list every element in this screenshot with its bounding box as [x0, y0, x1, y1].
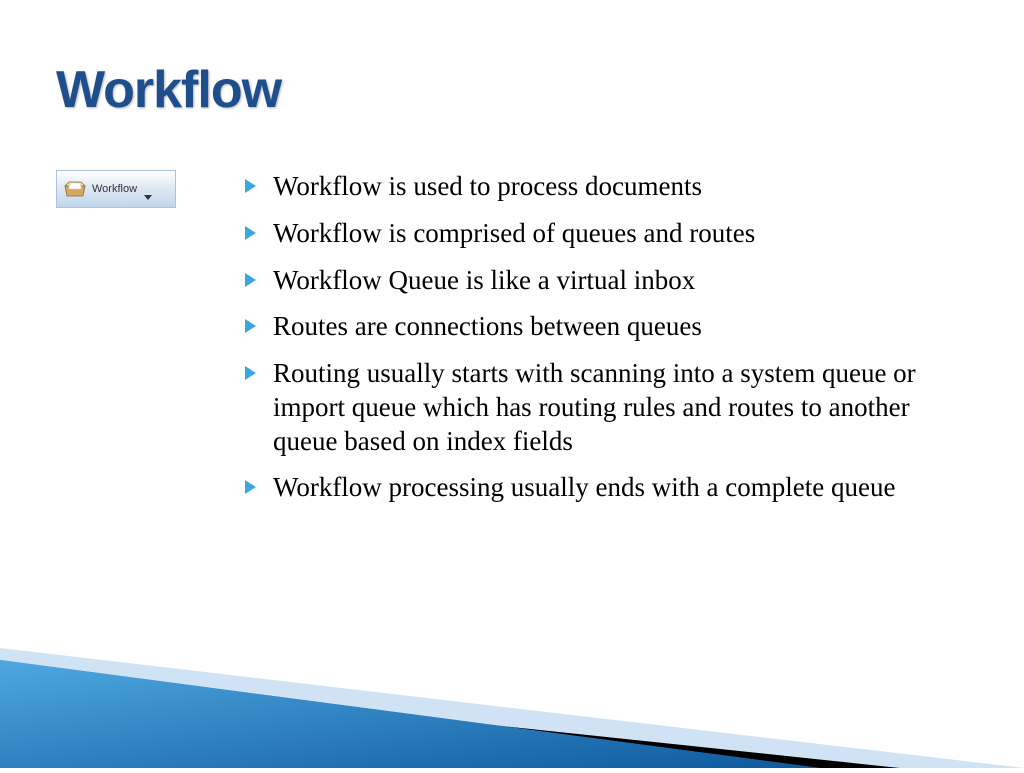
list-item-text: Workflow is used to process documents: [273, 171, 702, 201]
triangle-bullet-icon: [245, 179, 256, 193]
workflow-dropdown-button[interactable]: Workflow: [56, 170, 176, 208]
list-item-text: Routes are connections between queues: [273, 311, 702, 341]
list-item: Routing usually starts with scanning int…: [245, 357, 964, 458]
inbox-tray-icon: [63, 180, 87, 198]
chevron-down-icon: [144, 187, 152, 192]
triangle-bullet-icon: [245, 226, 256, 240]
list-item: Workflow processing usually ends with a …: [245, 471, 964, 505]
bullet-list: Workflow is used to process documents Wo…: [245, 170, 964, 505]
list-item: Workflow is comprised of queues and rout…: [245, 217, 964, 251]
triangle-bullet-icon: [245, 366, 256, 380]
list-item-text: Workflow processing usually ends with a …: [273, 472, 895, 502]
list-item-text: Routing usually starts with scanning int…: [273, 358, 916, 456]
bottom-accent-decoration: [0, 638, 1024, 768]
list-item-text: Workflow Queue is like a virtual inbox: [273, 265, 695, 295]
page-title: Workflow: [56, 60, 281, 120]
list-item-text: Workflow is comprised of queues and rout…: [273, 218, 755, 248]
triangle-bullet-icon: [245, 319, 256, 333]
list-item: Workflow Queue is like a virtual inbox: [245, 264, 964, 298]
triangle-bullet-icon: [245, 480, 256, 494]
triangle-bullet-icon: [245, 273, 256, 287]
list-item: Routes are connections between queues: [245, 310, 964, 344]
list-item: Workflow is used to process documents: [245, 170, 964, 204]
main-content: Workflow is used to process documents Wo…: [245, 170, 964, 518]
workflow-dropdown-label: Workflow: [92, 183, 137, 195]
